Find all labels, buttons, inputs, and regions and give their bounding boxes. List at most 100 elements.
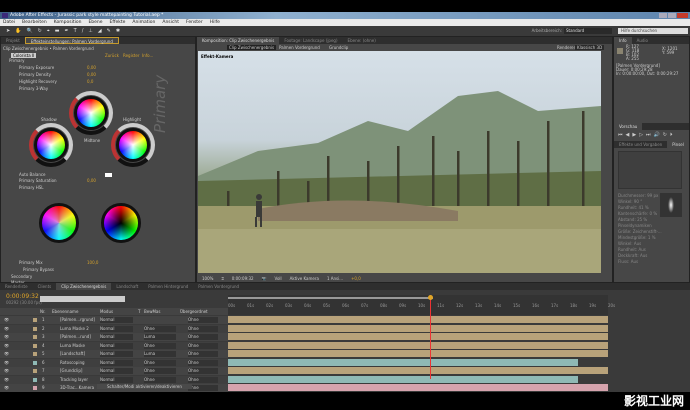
grid-icon[interactable]: ⌗ xyxy=(221,275,223,282)
layer-duration-bar[interactable] xyxy=(228,358,578,366)
table-row[interactable]: 👁 2 Luma Maske 2 Normal Ohne Ohne xyxy=(0,324,228,333)
visibility-icon[interactable]: 👁 xyxy=(4,316,9,324)
tab-effects-presets[interactable]: Effekte und Vorgaben xyxy=(614,141,667,148)
table-row[interactable]: 👁 5 [Landschaft] Normal Luma Ohne xyxy=(0,350,228,358)
trackmatte-select[interactable]: Ohne xyxy=(144,376,176,383)
composition-viewer[interactable]: Effekt-Kamera xyxy=(198,51,601,273)
selection-tool-icon[interactable]: ➤ xyxy=(6,28,10,34)
trackmatte-select[interactable]: Luma xyxy=(144,351,176,357)
toggle-switches-modes-button[interactable]: Schalter/Modi aktivieren/deaktivieren xyxy=(97,384,192,389)
effect-row[interactable]: Primary HSL xyxy=(19,185,44,190)
table-row[interactable]: 👁 4 Luma Maske Normal Ohne Ohne xyxy=(0,341,228,350)
mode-select[interactable]: Normal xyxy=(100,334,133,340)
menu-komposition[interactable]: Komposition xyxy=(54,19,82,26)
time-ruler[interactable]: 00s 01s 02s 03s 04s 05s 06s 07s 08s 09s 10s 11s 12s 1… xyxy=(228,295,615,315)
visibility-icon[interactable]: 👁 xyxy=(4,350,9,358)
hand-tool-icon[interactable]: ✋ xyxy=(15,28,21,34)
menu-hilfe[interactable]: Hilfe xyxy=(210,19,220,26)
layer-name[interactable]: Tracking layer xyxy=(60,376,88,384)
mode-select[interactable]: Normal xyxy=(100,376,133,383)
work-area-bar[interactable] xyxy=(228,297,433,299)
maximize-button[interactable] xyxy=(668,13,676,18)
parent-select[interactable]: Ohne xyxy=(188,317,218,323)
visibility-icon[interactable]: 👁 xyxy=(4,333,9,341)
effect-row[interactable]: Primary Density 0,00 xyxy=(19,72,96,77)
menu-effekte[interactable]: Effekte xyxy=(110,19,126,26)
nav-comp[interactable]: Clip Zwischenergebnis xyxy=(227,45,277,50)
register-link[interactable]: Register xyxy=(123,53,139,58)
mode-select[interactable]: Normal xyxy=(100,325,133,332)
rotate-tool-icon[interactable]: ↻ xyxy=(38,28,42,34)
renderer-select[interactable]: Klassisch 3D xyxy=(575,45,605,50)
visibility-icon[interactable]: 👁 xyxy=(4,384,9,392)
size-select[interactable]: Zeichenstift-... xyxy=(633,229,662,234)
timeline-tab[interactable]: Clip Zwischenergebnis xyxy=(56,283,112,290)
visibility-icon[interactable]: 👁 xyxy=(4,367,9,375)
camera-select[interactable]: Aktive Kamera xyxy=(290,275,319,282)
stamp-tool-icon[interactable]: ⊥ xyxy=(88,28,92,34)
effect-row[interactable]: Primary Bypass xyxy=(23,267,54,272)
zoom-tool-icon[interactable]: 🔍 xyxy=(26,28,32,34)
roto-tool-icon[interactable]: ✎ xyxy=(107,28,111,34)
parent-select[interactable]: Ohne xyxy=(188,334,218,340)
label-color[interactable] xyxy=(33,326,37,331)
brush-preset-grid[interactable] xyxy=(618,151,682,189)
tab-effect-controls[interactable]: Effekteinstellungen: Palmen Vordergrund xyxy=(24,37,119,44)
close-button[interactable] xyxy=(677,13,688,18)
mode-select[interactable]: Normal xyxy=(100,317,133,323)
hsl-wheel-hue[interactable] xyxy=(39,203,79,243)
flow-opt-select[interactable]: Aus xyxy=(631,259,638,264)
puppet-tool-icon[interactable]: ✱ xyxy=(116,28,120,34)
angle-opt-select[interactable]: Aus xyxy=(634,241,641,246)
table-row[interactable]: 👁 7 [Grundclip] Normal Ohne Ohne xyxy=(0,367,228,375)
layer-duration-bar[interactable] xyxy=(228,333,608,340)
parent-select[interactable]: Ohne xyxy=(188,385,218,391)
nav-layer-2[interactable]: Grundclip xyxy=(329,45,348,50)
effect-row-value[interactable]: 100,0 xyxy=(87,260,98,265)
parent-select[interactable]: Ohne xyxy=(188,325,218,332)
current-time[interactable]: 0:00:09:32 xyxy=(6,293,39,300)
effect-row-value[interactable]: 0,0 xyxy=(87,79,93,84)
label-color[interactable] xyxy=(33,369,37,373)
table-row[interactable]: 👁 6 Rotoscoping Normal Ohne Ohne xyxy=(0,358,228,367)
label-color[interactable] xyxy=(33,318,37,322)
layer-duration-bar[interactable] xyxy=(228,316,608,323)
effect-row[interactable]: Primary 3-Way xyxy=(19,86,48,91)
visibility-icon[interactable]: 👁 xyxy=(4,325,9,333)
tab-audio[interactable]: Audio xyxy=(632,37,653,44)
effect-row-value[interactable]: 0,00 xyxy=(87,65,96,70)
highlight-wheel[interactable] xyxy=(116,128,150,162)
effect-row-value[interactable]: 0,00 xyxy=(87,178,96,183)
minimize-button[interactable] xyxy=(659,13,667,18)
exposure-value[interactable]: +0,0 xyxy=(351,275,361,282)
playhead[interactable] xyxy=(430,295,431,379)
hsl-wheel-lum[interactable] xyxy=(101,203,141,243)
mode-select[interactable]: Normal xyxy=(100,342,133,349)
brush-tool-icon[interactable]: / xyxy=(82,28,84,34)
parent-select[interactable]: Ohne xyxy=(188,351,218,357)
layer-duration-bar[interactable] xyxy=(228,375,578,383)
timecode-display[interactable]: 0:00:09:32 xyxy=(232,275,254,282)
info-link[interactable]: Info... xyxy=(142,53,153,58)
camera-tool-icon[interactable]: ⌖ xyxy=(47,28,50,34)
parent-select[interactable]: Ohne xyxy=(188,376,218,383)
visibility-icon[interactable]: 👁 xyxy=(4,376,9,384)
trackmatte-select[interactable]: Ohne xyxy=(144,359,176,366)
layer-duration-bar[interactable] xyxy=(228,384,608,391)
zoom-select[interactable]: 100% xyxy=(202,275,213,282)
effect-row[interactable]: Primary Saturation 0,00 xyxy=(19,178,96,183)
shadow-wheel[interactable] xyxy=(34,128,68,162)
effect-row[interactable]: Primary Exposure 0,00 xyxy=(19,65,96,70)
effect-row[interactable]: Auto Balance xyxy=(19,172,46,177)
menu-animation[interactable]: Animation xyxy=(132,19,155,26)
trackmatte-select[interactable]: Ohne xyxy=(144,368,176,374)
label-color[interactable] xyxy=(33,343,37,348)
tab-brushes[interactable]: Pinsel xyxy=(667,141,689,148)
layer-name[interactable]: Rotoscoping xyxy=(60,359,85,367)
snapshot-icon[interactable]: 📷 xyxy=(262,275,267,282)
tab-footage[interactable]: Footage: Landscape (jpeg) xyxy=(279,37,342,44)
nav-layer-1[interactable]: Palmen Vordergrund xyxy=(279,45,320,50)
opacity-opt-select[interactable]: Aus xyxy=(640,253,647,258)
midtone-wheel[interactable] xyxy=(74,96,108,130)
effect-row[interactable]: Secondary xyxy=(11,274,32,279)
